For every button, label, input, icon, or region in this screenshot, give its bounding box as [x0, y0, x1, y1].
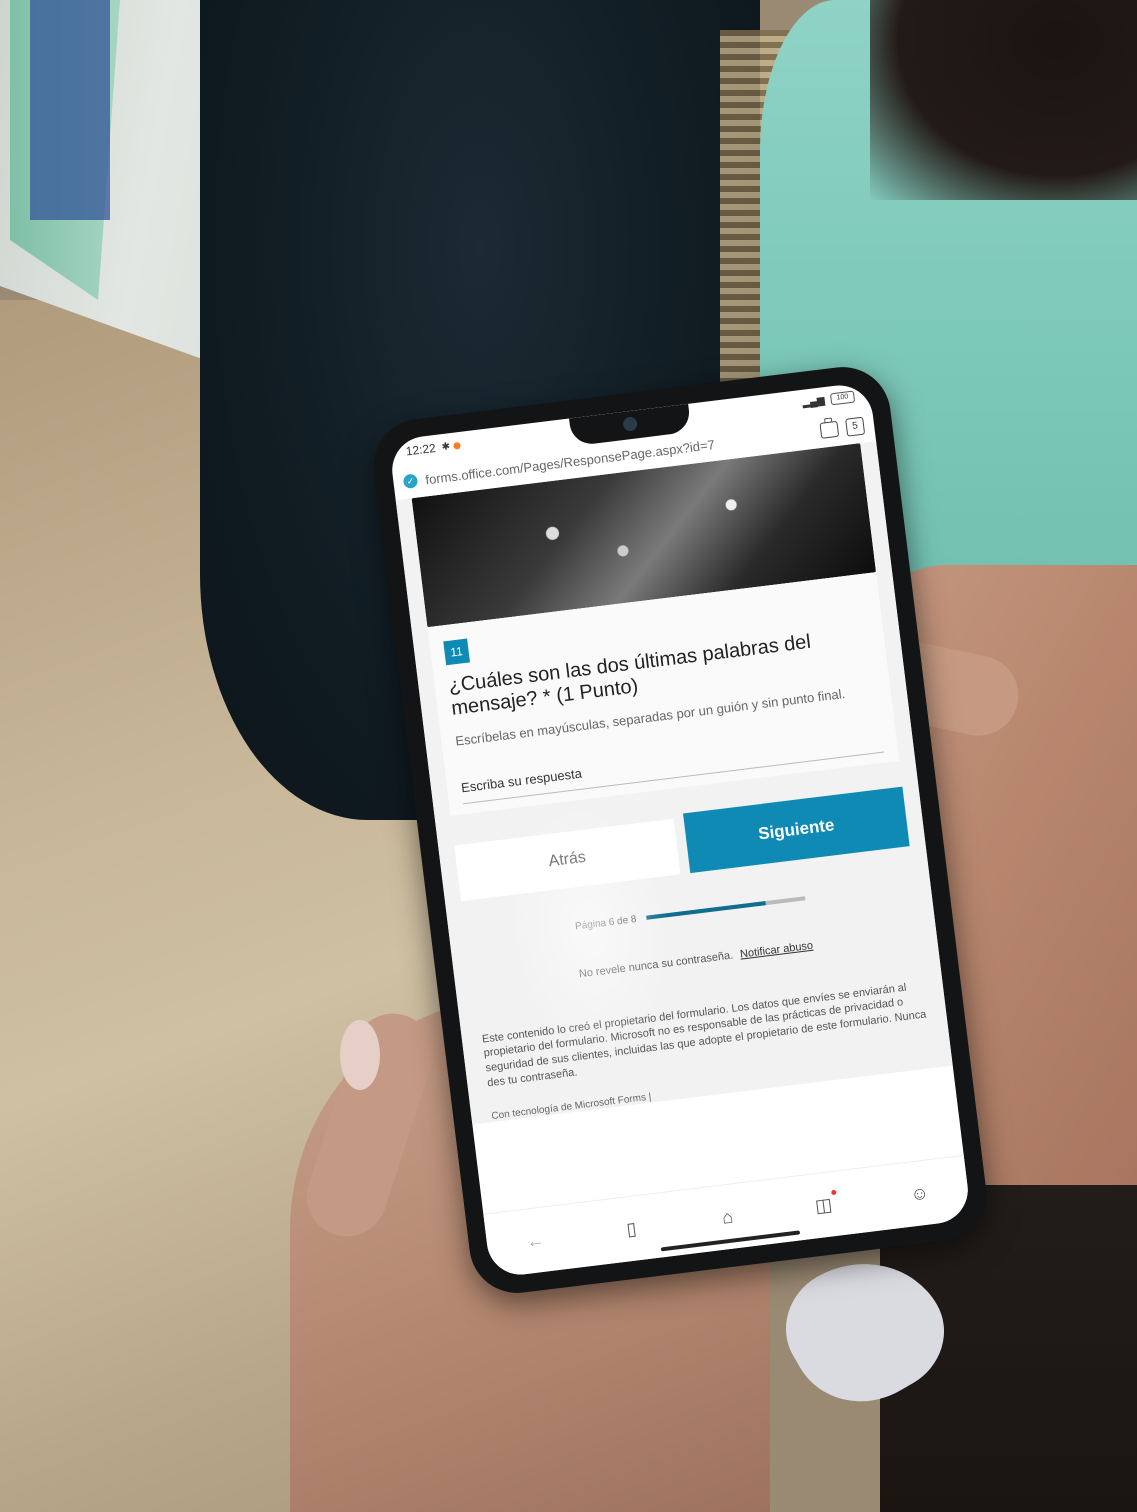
battery-icon: 100 — [829, 390, 856, 406]
game-icon[interactable]: ◫ — [811, 1189, 837, 1218]
home-indicator[interactable] — [660, 1230, 801, 1252]
next-button[interactable]: Siguiente — [682, 786, 910, 873]
tab-count-button[interactable]: 5 — [845, 416, 866, 437]
door — [30, 0, 110, 220]
hair — [870, 0, 1137, 200]
phone-screen: 12:22 ✱ ▂▄▆ 100 ✓ forms.office.com/Pages… — [388, 381, 972, 1279]
home-icon[interactable]: ⌂ — [715, 1205, 740, 1230]
form-area: 11 ¿Cuáles son las dos últimas palabras … — [395, 441, 953, 1125]
profile-icon[interactable]: ☺ — [907, 1181, 932, 1206]
bluetooth-icon: ✱ — [440, 440, 451, 453]
question-number: 11 — [443, 638, 471, 666]
notification-dot-icon — [453, 441, 462, 450]
password-warning: No revele nunca su contraseña. — [578, 949, 734, 980]
briefcase-icon[interactable] — [819, 420, 840, 439]
phone: 12:22 ✱ ▂▄▆ 100 ✓ forms.office.com/Pages… — [368, 361, 992, 1299]
progress-bar-fill — [646, 901, 766, 920]
phone-body: 12:22 ✱ ▂▄▆ 100 ✓ forms.office.com/Pages… — [368, 361, 992, 1299]
back-arrow-icon[interactable]: ← — [523, 1228, 548, 1253]
status-time: 12:22 — [404, 440, 437, 459]
report-abuse-link[interactable]: Notificar abuso — [739, 939, 813, 960]
progress-label: Página 6 de 8 — [574, 913, 638, 933]
status-right: ▂▄▆ 100 — [801, 390, 856, 409]
badge-dot-icon — [830, 1189, 837, 1196]
progress-bar — [646, 896, 806, 920]
book-icon[interactable]: ▯ — [619, 1217, 644, 1242]
signal-icon: ▂▄▆ — [801, 394, 826, 409]
shield-icon: ✓ — [402, 473, 419, 490]
fingernail — [340, 1020, 380, 1090]
back-button[interactable]: Atrás — [454, 818, 681, 901]
